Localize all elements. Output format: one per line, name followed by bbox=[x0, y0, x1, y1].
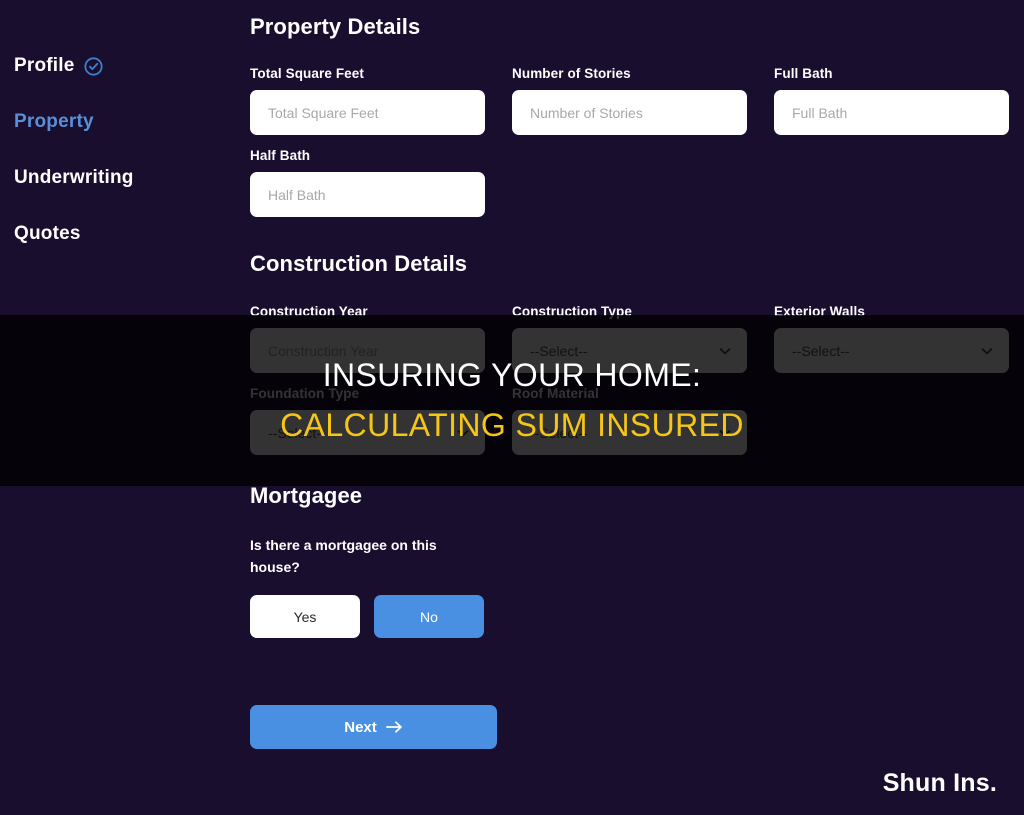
number-of-stories-input[interactable] bbox=[512, 90, 747, 135]
field-roof-material: Roof Material --Select-- bbox=[512, 386, 747, 455]
label-construction-type: Construction Type bbox=[512, 304, 632, 319]
section-title-property-details: Property Details bbox=[250, 14, 421, 39]
exterior-walls-value: --Select-- bbox=[792, 342, 850, 359]
sidebar-item-property[interactable]: Property bbox=[14, 94, 245, 150]
sidebar-item-label: Property bbox=[14, 111, 94, 132]
sidebar-item-label: Quotes bbox=[14, 223, 81, 244]
roof-material-value: --Select-- bbox=[530, 424, 588, 441]
construction-type-select[interactable]: --Select-- bbox=[512, 328, 747, 373]
label-total-square-feet: Total Square Feet bbox=[250, 66, 364, 81]
foundation-type-value: --Select-- bbox=[268, 424, 326, 441]
next-button[interactable]: Next bbox=[250, 705, 497, 750]
watermark: Shun Ins. bbox=[882, 769, 997, 797]
sidebar-item-label: Underwriting bbox=[14, 167, 134, 188]
field-construction-type: Construction Type --Select-- bbox=[512, 304, 747, 373]
field-full-bath: Full Bath bbox=[774, 66, 1009, 135]
sidebar-nav: Profile Property Underwriting Quotes bbox=[0, 0, 245, 815]
arrow-right-icon bbox=[385, 720, 403, 735]
half-bath-input[interactable] bbox=[250, 172, 485, 217]
label-roof-material: Roof Material bbox=[512, 386, 599, 401]
sidebar-item-profile[interactable]: Profile bbox=[14, 38, 245, 94]
label-foundation-type: Foundation Type bbox=[250, 386, 360, 401]
label-number-of-stories: Number of Stories bbox=[512, 66, 631, 81]
field-construction-year: Construction Year bbox=[250, 304, 485, 373]
field-total-square-feet: Total Square Feet bbox=[250, 66, 485, 135]
next-button-label: Next bbox=[344, 718, 377, 736]
full-bath-input[interactable] bbox=[774, 90, 1009, 135]
section-title-construction-details: Construction Details bbox=[250, 251, 468, 276]
sidebar-item-quotes[interactable]: Quotes bbox=[14, 206, 245, 262]
construction-details-row-1: Construction Year Construction Type --Se… bbox=[250, 304, 1009, 373]
label-full-bath: Full Bath bbox=[774, 66, 833, 81]
mortgagee-yes-button[interactable]: Yes bbox=[250, 595, 360, 639]
construction-details-row-2: Foundation Type --Select-- Roof Material… bbox=[250, 386, 1009, 455]
construction-year-input[interactable] bbox=[250, 328, 485, 373]
label-exterior-walls: Exterior Walls bbox=[774, 304, 865, 319]
construction-type-value: --Select-- bbox=[530, 342, 588, 359]
section-title-mortgagee: Mortgagee bbox=[250, 483, 363, 508]
form-main: Property Details Total Square Feet Numbe… bbox=[245, 0, 1024, 815]
label-construction-year: Construction Year bbox=[250, 304, 368, 319]
property-form-page: Profile Property Underwriting Quotes Pro… bbox=[0, 0, 1024, 815]
mortgagee-no-button[interactable]: No bbox=[374, 595, 484, 639]
roof-material-select[interactable]: --Select-- bbox=[512, 410, 747, 455]
field-foundation-type: Foundation Type --Select-- bbox=[250, 386, 485, 455]
foundation-type-select[interactable]: --Select-- bbox=[250, 410, 485, 455]
property-details-row-1: Total Square Feet Number of Stories Full… bbox=[250, 66, 1009, 135]
property-details-row-2: Half Bath bbox=[250, 148, 1009, 217]
field-number-of-stories: Number of Stories bbox=[512, 66, 747, 135]
mortgagee-choice-group: Yes No bbox=[250, 595, 1009, 639]
exterior-walls-select[interactable]: --Select-- bbox=[774, 328, 1009, 373]
sidebar-item-label: Profile bbox=[14, 55, 75, 76]
check-circle-icon bbox=[83, 56, 103, 76]
sidebar-item-underwriting[interactable]: Underwriting bbox=[14, 150, 245, 206]
label-half-bath: Half Bath bbox=[250, 148, 311, 163]
field-half-bath: Half Bath bbox=[250, 148, 485, 217]
mortgagee-question: Is there a mortgagee on this house? bbox=[250, 537, 437, 575]
total-square-feet-input[interactable] bbox=[250, 90, 485, 135]
field-exterior-walls: Exterior Walls --Select-- bbox=[774, 304, 1009, 373]
